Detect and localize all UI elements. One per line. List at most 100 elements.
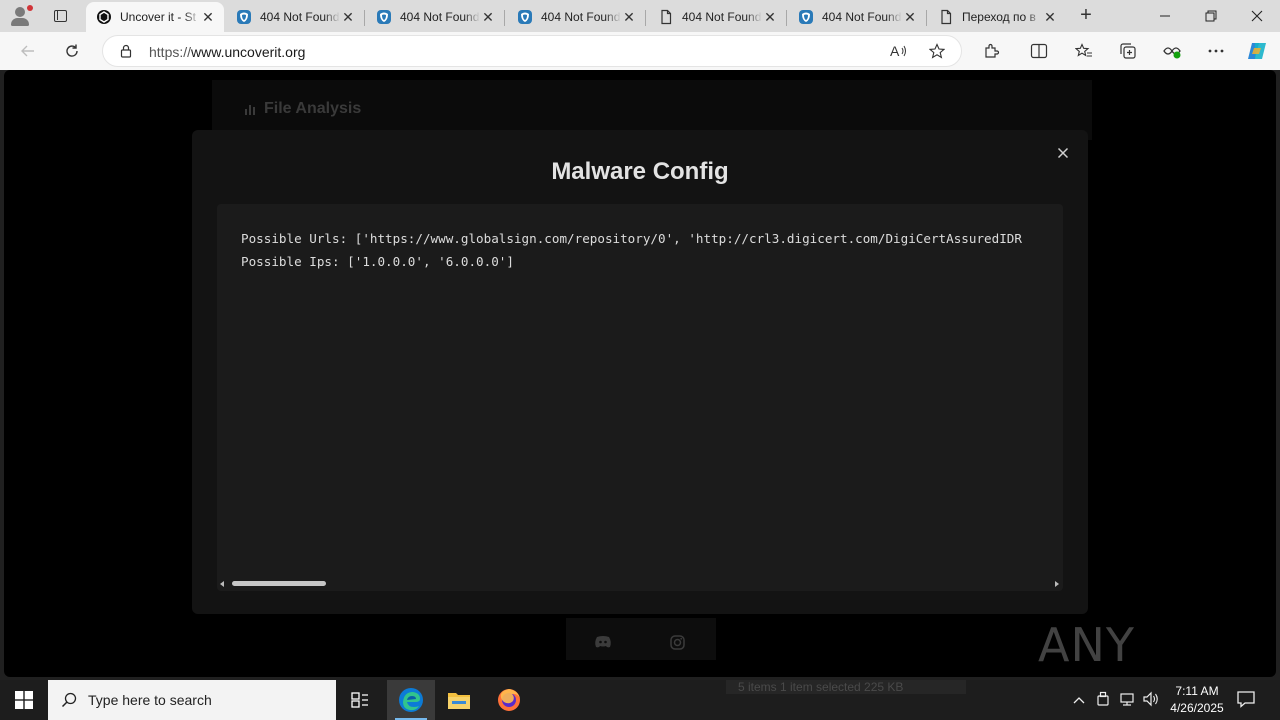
taskbar-search-box[interactable]: Type here to search [48, 680, 336, 720]
split-screen-icon[interactable] [1027, 39, 1051, 63]
windows-logo-icon [15, 691, 33, 709]
anyrun-watermark: ANY RUN [1038, 610, 1234, 720]
tab-close-icon[interactable]: ✕ [200, 9, 216, 25]
task-view-icon [351, 692, 368, 708]
browser-essentials-icon[interactable] [1160, 39, 1184, 63]
scrollbar-thumb[interactable] [232, 581, 326, 586]
profile-avatar-button[interactable] [6, 4, 34, 28]
avatar-head [15, 7, 25, 17]
background-footer [566, 618, 716, 660]
copilot-icon[interactable] [1245, 39, 1269, 63]
tab-title: 404 Not Found [822, 10, 902, 24]
tab-close-icon[interactable]: ✕ [1042, 9, 1058, 25]
modal-title: Malware Config [551, 158, 729, 185]
malware-config-modal: Malware Config Possible Urls: ['https://… [192, 130, 1088, 614]
url-host: www.uncoverit.org [191, 44, 306, 60]
address-bar[interactable]: https://www.uncoverit.org A [102, 35, 962, 67]
tab-separator [504, 10, 505, 26]
search-placeholder: Type here to search [88, 692, 212, 708]
horizontal-scrollbar[interactable] [217, 578, 1063, 591]
taskbar: Type here to search 5 items 1 item selec… [0, 680, 1280, 720]
config-line-urls: Possible Urls: ['https://www.globalsign.… [241, 231, 1022, 246]
tab-404-1[interactable]: 404 Not Found ✕ [226, 2, 365, 32]
read-aloud-icon[interactable]: A [890, 43, 908, 64]
page-viewport: File Analysis Malware Config Possible Ur… [4, 70, 1276, 677]
tab-close-icon[interactable]: ✕ [340, 9, 356, 25]
minimize-button[interactable] [1142, 0, 1188, 32]
tab-close-icon[interactable]: ✕ [762, 9, 778, 25]
clock-date: 4/26/2025 [1170, 701, 1224, 715]
file-explorer-taskbar-app[interactable] [435, 680, 483, 720]
usb-device-icon[interactable] [1094, 691, 1112, 709]
tab-title: Переход по в [962, 10, 1036, 24]
folder-icon [448, 693, 470, 709]
tab-separator [926, 10, 927, 26]
tab-separator [364, 10, 365, 26]
network-icon[interactable] [1118, 691, 1136, 709]
tab-separator [786, 10, 787, 26]
refresh-button[interactable] [60, 39, 84, 63]
back-button[interactable] [16, 39, 40, 63]
tab-strip: Uncover it - St ✕ 404 Not Found ✕ 404 No… [0, 0, 1280, 32]
avatar-body [11, 18, 29, 26]
config-content-box[interactable]: Possible Urls: ['https://www.globalsign.… [217, 204, 1063, 591]
task-view-button[interactable] [336, 680, 384, 720]
discord-icon[interactable] [594, 635, 611, 649]
tab-title: 404 Not Found [260, 10, 340, 24]
tab-close-icon[interactable]: ✕ [902, 9, 918, 25]
globe-shield-favicon-icon [798, 9, 814, 25]
globe-shield-favicon-icon [236, 9, 252, 25]
tab-close-icon[interactable]: ✕ [621, 9, 637, 25]
tab-title: Uncover it - St [120, 10, 197, 24]
tab-actions-icon [53, 10, 67, 22]
globe-shield-favicon-icon [517, 9, 533, 25]
tab-404-4[interactable]: 404 Not Found ✕ [648, 2, 787, 32]
favorite-star-icon[interactable] [928, 43, 946, 64]
new-tab-button[interactable]: + [1074, 4, 1098, 28]
close-window-button[interactable] [1234, 0, 1280, 32]
svg-text:A: A [890, 43, 900, 59]
notification-center-icon[interactable] [1236, 689, 1258, 711]
edge-taskbar-app[interactable] [387, 680, 435, 720]
tab-title: 404 Not Found [541, 10, 621, 24]
extensions-icon[interactable] [979, 39, 1003, 63]
tab-title: 404 Not Found [400, 10, 480, 24]
collections-icon[interactable] [1116, 39, 1140, 63]
globe-shield-favicon-icon [376, 9, 392, 25]
browser-toolbar: https://www.uncoverit.org A [0, 32, 1280, 70]
tab-close-icon[interactable]: ✕ [480, 9, 496, 25]
uncoverit-favicon-icon [96, 9, 112, 25]
tab-404-2[interactable]: 404 Not Found ✕ [366, 2, 505, 32]
notification-dot [27, 5, 33, 11]
instagram-icon[interactable] [670, 635, 686, 650]
file-analysis-heading: File Analysis [264, 100, 362, 117]
edge-icon [399, 688, 423, 712]
scroll-right-arrow-icon[interactable] [1055, 581, 1059, 587]
show-hidden-icons-chevron-icon[interactable] [1070, 691, 1088, 709]
tab-404-5[interactable]: 404 Not Found ✕ [788, 2, 927, 32]
page-favicon-icon [658, 9, 674, 25]
tab-perehod[interactable]: Переход по в ✕ [928, 2, 1066, 32]
ghost-window-status: 5 items 1 item selected 225 KB [726, 680, 966, 694]
config-line-ips: Possible Ips: ['1.0.0.0', '6.0.0.0'] [241, 254, 514, 269]
close-modal-button[interactable] [1054, 146, 1072, 164]
close-icon [1057, 147, 1069, 159]
url-protocol: https:// [149, 44, 192, 60]
firefox-taskbar-app[interactable] [485, 680, 533, 720]
lock-icon[interactable] [119, 44, 133, 63]
system-clock[interactable]: 7:11 AM 4/26/2025 [1160, 683, 1234, 717]
url-text[interactable]: https://www.uncoverit.org [149, 44, 305, 60]
volume-icon[interactable] [1142, 691, 1160, 709]
favorites-icon[interactable] [1072, 39, 1096, 63]
start-button[interactable] [0, 680, 48, 720]
tab-actions-button[interactable] [48, 5, 72, 27]
clock-time: 7:11 AM [1175, 684, 1219, 698]
search-icon [61, 692, 77, 713]
scroll-left-arrow-icon[interactable] [220, 581, 224, 587]
firefox-icon [498, 689, 520, 711]
more-menu-icon[interactable] [1204, 39, 1228, 63]
restore-button[interactable] [1188, 0, 1234, 32]
tab-404-3[interactable]: 404 Not Found ✕ [507, 2, 646, 32]
tab-separator [645, 10, 646, 26]
tab-uncoverit[interactable]: Uncover it - St ✕ [86, 2, 224, 32]
